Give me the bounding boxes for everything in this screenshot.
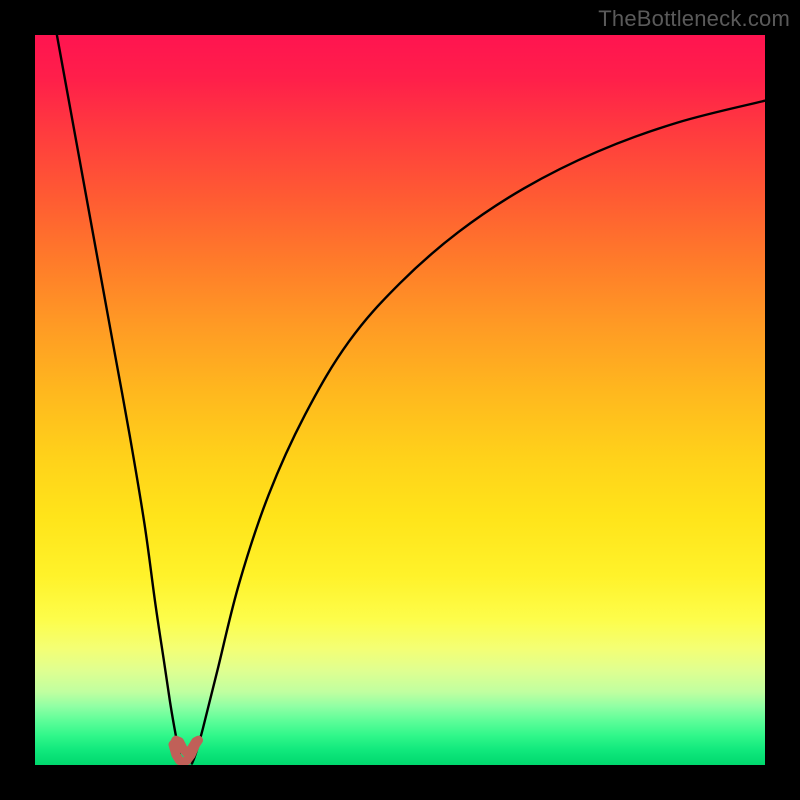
- curve-left-branch: [57, 35, 182, 764]
- chart-svg: [35, 35, 765, 765]
- plot-area: [35, 35, 765, 765]
- watermark-text: TheBottleneck.com: [598, 6, 790, 32]
- chart-frame: TheBottleneck.com: [0, 0, 800, 800]
- curve-right-branch: [192, 101, 765, 764]
